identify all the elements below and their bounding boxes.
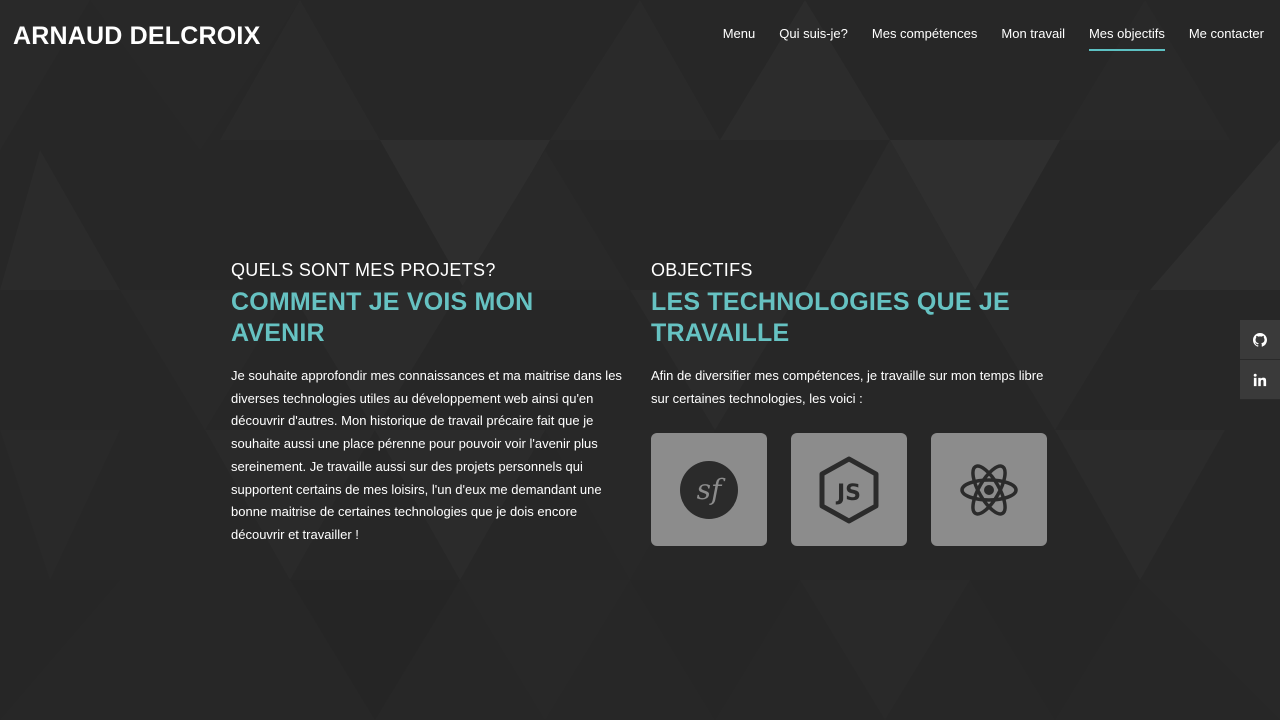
background-pattern bbox=[0, 0, 1280, 720]
nav-me-contacter[interactable]: Me contacter bbox=[1189, 26, 1264, 51]
nodejs-icon: JS bbox=[819, 456, 879, 524]
objectives-eyebrow: OBJECTIFS bbox=[651, 260, 753, 280]
nav-mes-objectifs[interactable]: Mes objectifs bbox=[1088, 26, 1165, 51]
linkedin-button[interactable] bbox=[1240, 360, 1280, 400]
github-button[interactable] bbox=[1240, 320, 1280, 360]
objectives-heading: LES TECHNOLOGIES QUE JE TRAVAILLE bbox=[651, 288, 1010, 347]
tech-card-nodejs[interactable]: JS bbox=[791, 433, 907, 547]
symfony-icon: sf bbox=[680, 460, 738, 519]
social-links bbox=[1240, 320, 1280, 400]
projects-section: QUELS SONT MES PROJETS? COMMENT JE VOIS … bbox=[231, 260, 631, 547]
objectives-text: Afin de diversifier mes compétences, je … bbox=[651, 368, 1044, 406]
svg-text:JS: JS bbox=[835, 481, 861, 506]
tech-card-react[interactable] bbox=[931, 433, 1047, 547]
github-icon bbox=[1253, 332, 1267, 347]
react-icon bbox=[960, 464, 1018, 516]
linkedin-icon bbox=[1253, 373, 1267, 386]
technology-list: sf JS bbox=[651, 433, 1051, 547]
main-nav: Menu Qui suis-je? Mes compétences Mon tr… bbox=[699, 26, 1264, 51]
nav-menu[interactable]: Menu bbox=[723, 26, 756, 51]
objectives-section: OBJECTIFS LES TECHNOLOGIES QUE JE TRAVAI… bbox=[651, 260, 1051, 547]
nav-mes-competences[interactable]: Mes compétences bbox=[872, 26, 978, 51]
projects-heading: COMMENT JE VOIS MON AVENIR bbox=[231, 288, 534, 347]
nav-qui-suis-je[interactable]: Qui suis-je? bbox=[779, 26, 848, 51]
projects-text: Je souhaite approfondir mes connaissance… bbox=[231, 368, 622, 542]
nav-mon-travail[interactable]: Mon travail bbox=[1001, 26, 1065, 51]
site-brand[interactable]: ARNAUD DELCROIX bbox=[13, 22, 260, 51]
projects-eyebrow: QUELS SONT MES PROJETS? bbox=[231, 260, 496, 280]
tech-card-symfony[interactable]: sf bbox=[651, 433, 767, 547]
